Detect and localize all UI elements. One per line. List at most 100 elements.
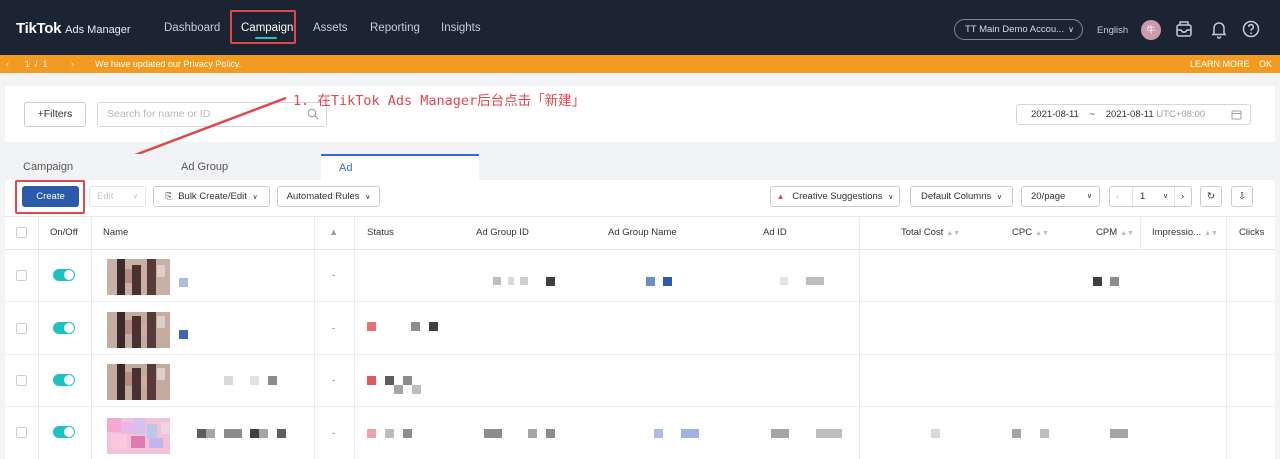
page-size-label: 20/page <box>1031 191 1066 202</box>
filters-button[interactable]: +Filters <box>24 102 86 127</box>
nav-dashboard[interactable]: Dashboard <box>164 22 220 34</box>
ad-thumbnail[interactable] <box>107 259 170 295</box>
col-clicks[interactable]: Clicks <box>1239 227 1264 238</box>
prev-notice-icon[interactable]: ‹ <box>6 59 9 69</box>
nav-insights[interactable]: Insights <box>441 22 481 34</box>
current-page-select[interactable]: 1 <box>1140 187 1145 206</box>
tiktok-logo-text: TikTok <box>16 20 62 37</box>
row-checkbox[interactable] <box>16 427 27 438</box>
tab-campaign[interactable]: Campaign <box>5 154 163 180</box>
automated-rules-label: Automated Rules <box>286 191 360 202</box>
brand-logo[interactable]: TikTok Ads Manager <box>16 20 131 37</box>
notice-message[interactable]: We have updated our Privacy Policy. <box>95 59 241 69</box>
col-on-off[interactable]: On/Off <box>50 227 78 238</box>
edit-dropdown[interactable]: Edit ∨ <box>89 186 146 207</box>
page-size-dropdown[interactable]: 20/page ∨ <box>1021 186 1100 207</box>
warning-icon: ▲ <box>776 192 785 201</box>
row-dash: - <box>332 270 335 280</box>
automated-rules-dropdown[interactable]: Automated Rules ∨ <box>277 186 380 207</box>
export-button[interactable]: ⇩ <box>1231 186 1253 207</box>
chevron-down-icon: ∨ <box>888 194 894 201</box>
notice-pager: 1 / 1 <box>25 59 48 69</box>
col-total-cost[interactable]: Total Cost ▲▼ <box>901 227 960 238</box>
nav-assets[interactable]: Assets <box>313 22 348 34</box>
sort-icon: ▲▼ <box>946 230 961 237</box>
ad-thumbnail[interactable] <box>107 312 170 348</box>
row-checkbox[interactable] <box>16 375 27 386</box>
ad-thumbnail[interactable] <box>107 418 170 454</box>
account-selector[interactable]: TT Main Demo Accou... ∨ <box>954 19 1083 40</box>
row-checkbox[interactable] <box>16 270 27 281</box>
timezone-label: UTC+08:00 <box>1156 109 1206 120</box>
bulk-edit-icon: ⎘ <box>165 191 173 201</box>
select-all-checkbox[interactable] <box>16 227 27 238</box>
chevron-down-icon: ∨ <box>1163 193 1169 200</box>
ads-manager-text: Ads Manager <box>65 24 131 36</box>
date-start: 2021-08-11 <box>1031 109 1079 120</box>
chevron-down-icon: ∨ <box>1068 25 1074 34</box>
row-dash: - <box>332 375 335 385</box>
row-on-off-toggle[interactable] <box>53 374 75 386</box>
next-page-icon[interactable]: › <box>1181 187 1184 206</box>
row-on-off-toggle[interactable] <box>53 269 75 281</box>
annotation-step-text: 1. 在TikTok Ads Manager后台点击「新建」 <box>293 93 586 109</box>
edit-label: Edit <box>97 191 114 202</box>
bell-icon[interactable] <box>1209 19 1229 39</box>
download-icon: ⇩ <box>1238 191 1246 202</box>
ads-table <box>5 216 1275 459</box>
chevron-down-icon: ∨ <box>252 194 258 201</box>
learn-more-link[interactable]: LEARN MORE <box>1190 59 1250 69</box>
col-name[interactable]: Name <box>103 227 128 238</box>
row-on-off-toggle[interactable] <box>53 322 75 334</box>
col-ad-id[interactable]: Ad ID <box>763 227 787 238</box>
bulk-create-edit-dropdown[interactable]: ⎘ Bulk Create/Edit ∨ <box>153 186 270 207</box>
row-dash: - <box>332 323 335 333</box>
help-icon[interactable] <box>1241 19 1261 39</box>
chevron-down-icon: ∨ <box>1086 193 1092 200</box>
account-name: TT Main Demo Accou... <box>965 24 1065 35</box>
warning-column-icon: ▲ <box>329 227 339 238</box>
creative-suggestions-dropdown[interactable]: ▲ Creative Suggestions ∨ <box>770 186 900 207</box>
prev-page-icon[interactable]: ‹ <box>1116 187 1119 206</box>
nav-reporting[interactable]: Reporting <box>370 22 420 34</box>
campaign-highlight-box <box>230 10 296 44</box>
chevron-down-icon: ∨ <box>996 194 1002 201</box>
inbox-icon[interactable] <box>1174 19 1194 39</box>
pagination: ‹ 1 ∨ › <box>1109 186 1192 207</box>
ad-thumbnail[interactable] <box>107 364 170 400</box>
search-icon <box>307 108 319 120</box>
bulk-create-label: Bulk Create/Edit <box>178 191 247 202</box>
creative-suggestions-label: Creative Suggestions <box>792 191 883 202</box>
columns-label: Default Columns <box>921 191 992 202</box>
next-notice-icon[interactable]: › <box>71 59 74 69</box>
date-range-picker[interactable]: 2021-08-11 ~ 2021-08-11 UTC+08:00 <box>1016 104 1251 125</box>
notice-bar: ‹ 1 / 1 › We have updated our Privacy Po… <box>0 55 1280 73</box>
col-cpm[interactable]: CPM ▲▼ <box>1096 227 1134 238</box>
language-switch[interactable]: English <box>1097 25 1128 36</box>
col-ad-group-id[interactable]: Ad Group ID <box>476 227 529 238</box>
col-status[interactable]: Status <box>367 227 394 238</box>
col-ad-group-name[interactable]: Ad Group Name <box>608 227 677 238</box>
create-highlight-box <box>15 180 85 214</box>
row-checkbox[interactable] <box>16 323 27 334</box>
sort-icon: ▲▼ <box>1120 230 1134 237</box>
notice-ok-button[interactable]: OK <box>1259 59 1272 69</box>
refresh-button[interactable]: ↻ <box>1200 186 1222 207</box>
top-navigation-bar: TikTok Ads Manager Dashboard Campaign As… <box>0 0 1280 55</box>
user-avatar[interactable]: 牛 <box>1141 20 1161 40</box>
date-end: 2021-08-11 <box>1105 109 1154 120</box>
row-on-off-toggle[interactable] <box>53 426 75 438</box>
tab-ad-group[interactable]: Ad Group <box>163 154 321 180</box>
chevron-down-icon: ∨ <box>132 193 138 200</box>
chevron-down-icon: ∨ <box>365 194 371 201</box>
date-separator: ~ <box>1089 109 1096 120</box>
columns-dropdown[interactable]: Default Columns ∨ <box>910 186 1013 207</box>
col-cpc[interactable]: CPC ▲▼ <box>1012 227 1049 238</box>
sort-icon: ▲▼ <box>1035 230 1049 237</box>
calendar-icon <box>1231 110 1242 120</box>
row-dash: - <box>332 428 335 438</box>
refresh-icon: ↻ <box>1207 191 1215 202</box>
tab-ad[interactable]: Ad <box>321 154 479 180</box>
col-impressions[interactable]: Impressio... ▲▼ <box>1152 227 1218 238</box>
sort-icon: ▲▼ <box>1204 230 1218 237</box>
